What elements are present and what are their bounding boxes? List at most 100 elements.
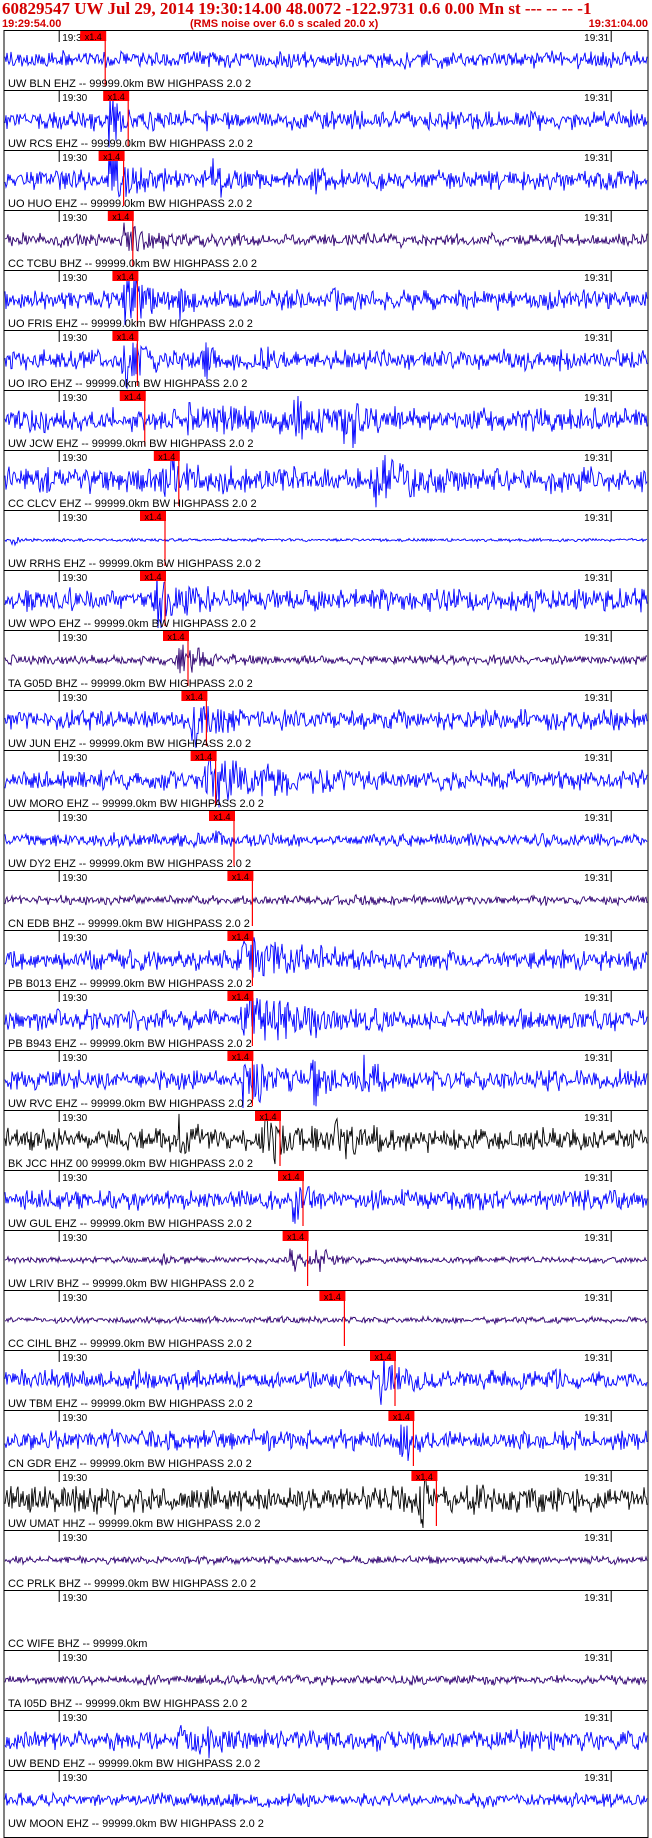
pick-label: x1.4 — [393, 1412, 410, 1422]
minute-tick-label: 19:30 — [62, 993, 87, 1004]
minute-tick-label: 19:31 — [584, 1233, 609, 1244]
pick-label: x1.4 — [112, 212, 129, 222]
station-label: UW BLN EHZ -- 99999.0km BW HIGHPASS 2.0 … — [8, 78, 251, 90]
minute-tick-label: 19:30 — [62, 153, 87, 164]
minute-tick-label: 19:30 — [62, 633, 87, 644]
minute-tick-label: 19:30 — [62, 1713, 87, 1724]
station-label: UW RVC EHZ -- 99999.0km BW HIGHPASS 2.0 … — [8, 1098, 253, 1110]
trace-row: 19:30 19:31 x1.4 UW DY2 EHZ -- 99999.0km BW… — [4, 810, 648, 870]
minute-tick-label: 19:31 — [584, 873, 609, 884]
minute-tick-label: 19:30 — [62, 933, 87, 944]
station-label: UW LRIV BHZ -- 99999.0km BW HIGHPASS 2.0… — [8, 1278, 254, 1290]
pick-label: x1.4 — [158, 452, 175, 462]
station-label: UW JUN EHZ -- 99999.0km BW HIGHPASS 2.0 … — [8, 738, 251, 750]
pick-label: x1.4 — [259, 1112, 276, 1122]
minute-tick-label: 19:31 — [584, 1653, 609, 1664]
trace-row: 19:30 19:31 UW BEND EHZ -- 99999.0km BW HI… — [4, 1710, 648, 1770]
station-label: UW BEND EHZ -- 99999.0km BW HIGHPASS 2.0… — [8, 1758, 260, 1770]
minute-tick-label: 19:31 — [584, 153, 609, 164]
waveform-trace — [4, 937, 648, 978]
minute-tick-label: 19:31 — [584, 453, 609, 464]
minute-tick-label: 19:30 — [62, 1053, 87, 1064]
trace-row: 19:30 19:31 x1.4 CC CIHL BHZ -- 99999.0km B… — [4, 1290, 648, 1350]
trace-row: 19:30 19:31 TA I05D BHZ -- 99999.0km BW HI… — [4, 1650, 648, 1710]
pick-label: x1.4 — [167, 632, 184, 642]
seismogram-plot: 19:30 19:31 x1.4 UW BLN EHZ -- 99999.0km BW… — [3, 30, 649, 1838]
minute-tick-label: 19:30 — [62, 1653, 87, 1664]
minute-tick-label: 19:31 — [584, 1713, 609, 1724]
station-label: CN EDB BHZ -- 99999.0km BW HIGHPASS 2.0 … — [8, 918, 250, 930]
minute-tick-label: 19:30 — [62, 1293, 87, 1304]
waveform-trace — [4, 1791, 648, 1810]
station-label: UW RCS EHZ -- 99999.0km BW HIGHPASS 2.0 … — [8, 138, 253, 150]
minute-tick-label: 19:31 — [584, 1593, 609, 1604]
end-time: 19:31:04.00 — [588, 18, 648, 30]
minute-tick-label: 19:31 — [584, 333, 609, 344]
station-label: CC PRLK BHZ -- 99999.0km BW HIGHPASS 2.0… — [8, 1578, 256, 1590]
trace-row: 19:30 19:31 CC PRLK BHZ -- 99999.0km BW HI… — [4, 1530, 648, 1590]
station-label: TA G05D BHZ -- 99999.0km BW HIGHPASS 2.0… — [8, 678, 253, 690]
minute-tick-label: 19:30 — [62, 1173, 87, 1184]
trace-row: 19:30 19:31 x1.4 CC CLCV EHZ -- 99999.0km B… — [4, 450, 648, 510]
pick-label: x1.4 — [213, 812, 230, 822]
minute-tick-label: 19:31 — [584, 393, 609, 404]
minute-tick-label: 19:31 — [584, 573, 609, 584]
minute-tick-label: 19:31 — [584, 273, 609, 284]
minute-tick-label: 19:31 — [584, 1113, 609, 1124]
pick-label: x1.4 — [232, 872, 249, 882]
pick-label: x1.4 — [232, 992, 249, 1002]
pick-label: x1.4 — [195, 752, 212, 762]
trace-row: 19:30 19:31 x1.4 UW TBM EHZ -- 99999.0km BW… — [4, 1350, 648, 1410]
waveform-trace — [4, 1315, 648, 1326]
minute-tick-label: 19:31 — [584, 213, 609, 224]
plot-header: 60829547 UW Jul 29, 2014 19:30:14.00 48.… — [0, 0, 652, 30]
station-label: BK JCC HHZ 00 99999.0km BW HIGHPASS 2.0 … — [8, 1158, 253, 1170]
station-label: UW MORO EHZ -- 99999.0km BW HIGHPASS 2.0… — [8, 798, 264, 810]
station-label: UW JCW EHZ -- 99999.0km BW HIGHPASS 2.0 … — [8, 438, 254, 450]
trace-row: 19:30 19:31 x1.4 UW RCS EHZ -- 99999.0km BW… — [4, 90, 648, 150]
trace-row: 19:30 19:31 x1.4 UW UMAT HHZ -- 99999.0km B… — [4, 1470, 648, 1530]
trace-row: 19:30 19:31 CC WIFE BHZ -- 99999.0km — [4, 1590, 648, 1650]
minute-tick-label: 19:30 — [62, 273, 87, 284]
waveform-trace — [4, 1725, 648, 1759]
waveform-trace — [4, 644, 647, 674]
minute-tick-label: 19:31 — [584, 1173, 609, 1184]
trace-row: 19:30 19:31 x1.4 UW JUN EHZ -- 99999.0km BW… — [4, 690, 648, 750]
trace-row: 19:30 19:31 x1.4 UW GUL EHZ -- 99999.0km BW… — [4, 1170, 648, 1230]
minute-tick-label: 19:30 — [62, 813, 87, 824]
minute-tick-label: 19:30 — [62, 753, 87, 764]
start-time: 19:29:54.00 — [2, 18, 62, 30]
pick-label: x1.4 — [108, 92, 125, 102]
trace-row: 19:30 19:31 x1.4 UO HUO EHZ -- 99999.0km BW… — [4, 150, 648, 210]
pick-label: x1.4 — [232, 1052, 249, 1062]
station-label: CC WIFE BHZ -- 99999.0km — [8, 1638, 147, 1650]
pick-label: x1.4 — [103, 152, 120, 162]
trace-row: 19:30 19:31 x1.4 UW JCW EHZ -- 99999.0km BW… — [4, 390, 648, 450]
minute-tick-label: 19:31 — [584, 33, 609, 44]
minute-tick-label: 19:31 — [584, 1473, 609, 1484]
trace-row: 19:30 19:31 x1.4 BK JCC HHZ 00 99999.0km BW… — [4, 1110, 648, 1170]
minute-tick-label: 19:30 — [62, 1533, 87, 1544]
station-label: UO HUO EHZ -- 99999.0km BW HIGHPASS 2.0 … — [8, 198, 252, 210]
trace-row: 19:30 19:31 x1.4 UO IRO EHZ -- 99999.0km BW… — [4, 330, 648, 390]
trace-row: 19:30 19:31 x1.4 UW WPO EHZ -- 99999.0km BW… — [4, 570, 648, 630]
waveform-trace — [4, 1248, 648, 1273]
minute-tick-label: 19:31 — [584, 1773, 609, 1784]
pick-label: x1.4 — [144, 512, 161, 522]
trace-row: 19:30 19:31 x1.4 CC TCBU BHZ -- 99999.0km B… — [4, 210, 648, 270]
waveform-trace — [4, 991, 648, 1041]
trace-row: 19:30 19:31 x1.4 PB B943 EHZ -- 99999.0km B… — [4, 990, 648, 1050]
minute-tick-label: 19:31 — [584, 1533, 609, 1544]
minute-tick-label: 19:30 — [62, 213, 87, 224]
minute-tick-label: 19:30 — [62, 1413, 87, 1424]
event-title: 60829547 UW Jul 29, 2014 19:30:14.00 48.… — [2, 0, 592, 18]
trace-row: 19:30 19:31 x1.4 CN EDB BHZ -- 99999.0km BW… — [4, 870, 648, 930]
pick-label: x1.4 — [186, 692, 203, 702]
pick-label: x1.4 — [232, 932, 249, 942]
minute-tick-label: 19:30 — [62, 693, 87, 704]
minute-tick-label: 19:30 — [62, 1473, 87, 1484]
pick-label: x1.4 — [124, 392, 141, 402]
station-label: PB B943 EHZ -- 99999.0km BW HIGHPASS 2.0… — [8, 1038, 252, 1050]
station-label: UO FRIS EHZ -- 99999.0km BW HIGHPASS 2.0… — [8, 318, 253, 330]
station-label: CC CIHL BHZ -- 99999.0km BW HIGHPASS 2.0… — [8, 1338, 252, 1350]
